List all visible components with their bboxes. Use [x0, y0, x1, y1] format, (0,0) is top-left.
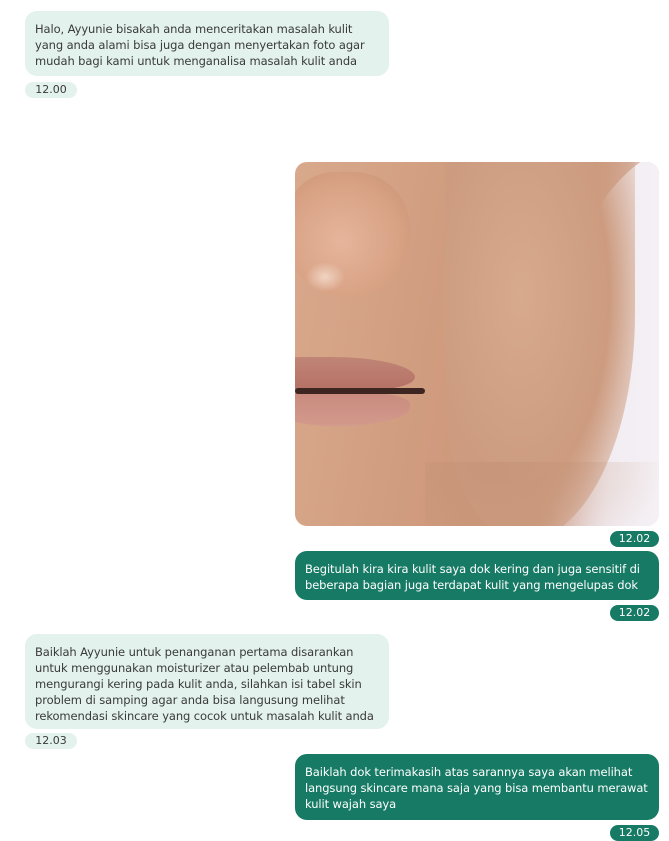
- photo-jaw: [425, 462, 659, 526]
- message-timestamp: 12.00: [25, 82, 77, 98]
- photo-lower-lip: [295, 392, 410, 426]
- message-text: Baiklah Ayyunie untuk penanganan pertama…: [35, 645, 374, 723]
- photo-mouth: [295, 388, 425, 394]
- message-timestamp: 12.02: [610, 531, 659, 547]
- photo-nose-tip: [305, 262, 345, 292]
- photo-upper-lip: [295, 357, 415, 391]
- message-timestamp: 12.03: [25, 733, 77, 749]
- outgoing-message-bubble: Begitulah kira kira kulit saya dok kerin…: [295, 551, 659, 600]
- message-timestamp: 12.05: [610, 825, 659, 841]
- incoming-message-bubble: Baiklah Ayyunie untuk penanganan pertama…: [25, 634, 389, 729]
- message-text: Begitulah kira kira kulit saya dok kerin…: [305, 562, 640, 592]
- face-close-up-photo[interactable]: [295, 162, 659, 526]
- message-text: Baiklah dok terimakasih atas sarannya sa…: [305, 765, 648, 811]
- outgoing-message-bubble: Baiklah dok terimakasih atas sarannya sa…: [295, 754, 659, 820]
- message-text: Halo, Ayyunie bisakah anda menceritakan …: [35, 22, 365, 68]
- incoming-message-bubble: Halo, Ayyunie bisakah anda menceritakan …: [25, 11, 389, 76]
- message-timestamp: 12.02: [610, 605, 659, 621]
